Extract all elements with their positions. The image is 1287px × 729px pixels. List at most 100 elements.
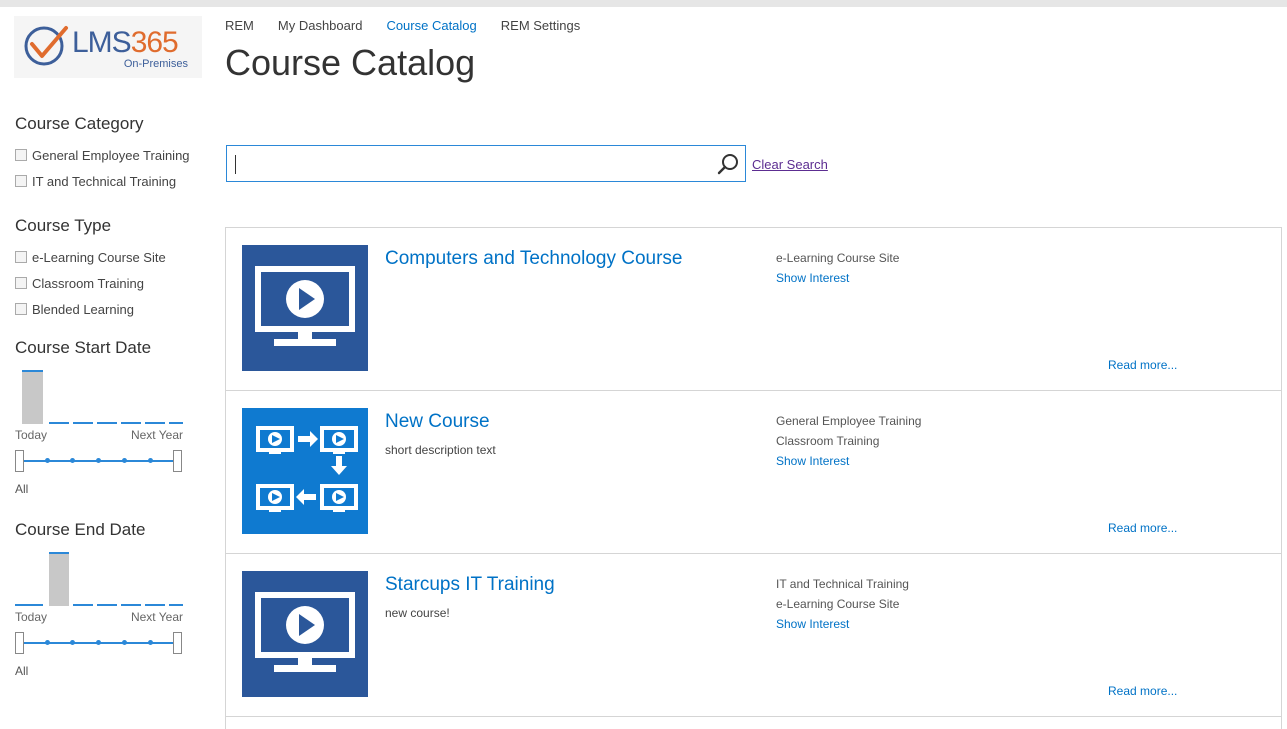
course-description: short description text xyxy=(385,443,496,457)
read-more-link[interactable]: Read more... xyxy=(1108,358,1177,372)
end-date-range-labels: Today Next Year xyxy=(15,610,183,624)
course-card: Starcups IT Training new course! IT and … xyxy=(226,554,1281,717)
logo-wordmark: LMS365 xyxy=(72,26,179,60)
search-icon[interactable] xyxy=(717,152,741,176)
course-start-date-title: Course Start Date xyxy=(15,338,152,357)
histogram-baseline xyxy=(49,422,69,424)
start-date-slider[interactable] xyxy=(15,448,183,474)
course-card: New Course short description text Genera… xyxy=(226,391,1281,554)
checkmark-logo-icon xyxy=(24,26,68,66)
start-date-histogram xyxy=(15,366,183,426)
monitor-play-icon xyxy=(255,266,355,346)
histogram-baseline xyxy=(169,422,183,424)
slider-tick xyxy=(122,640,127,645)
nav-rem-settings[interactable]: REM Settings xyxy=(501,18,580,33)
end-date-selection-label: All xyxy=(15,664,29,678)
slider-handle-left[interactable] xyxy=(15,632,24,654)
course-title-link[interactable]: Computers and Technology Course xyxy=(385,248,683,270)
filter-classroom-training[interactable]: Classroom Training xyxy=(15,270,195,296)
start-date-selection-label: All xyxy=(15,482,29,496)
course-title-link[interactable]: Starcups IT Training xyxy=(385,574,555,596)
page-title: Course Catalog xyxy=(225,42,476,83)
checkbox[interactable] xyxy=(15,175,27,187)
clear-search-link[interactable]: Clear Search xyxy=(752,157,828,172)
top-navigation: REM My Dashboard Course Catalog REM Sett… xyxy=(225,18,580,33)
filter-it-technical-training[interactable]: IT and Technical Training xyxy=(15,168,195,194)
slider-tick xyxy=(70,640,75,645)
course-type-title: Course Type xyxy=(15,216,112,235)
course-category-title: Course Category xyxy=(15,114,144,133)
read-more-link[interactable]: Read more... xyxy=(1108,521,1177,535)
slider-tick xyxy=(148,458,153,463)
histogram-baseline xyxy=(73,604,93,606)
slider-tick xyxy=(70,458,75,463)
histogram-baseline xyxy=(169,604,183,606)
range-right-label: Next Year xyxy=(130,428,183,442)
checkbox[interactable] xyxy=(15,149,27,161)
histogram-baseline xyxy=(145,422,165,424)
monitor-play-icon xyxy=(255,592,355,672)
course-category-text: General Employee Training xyxy=(776,414,922,428)
histogram-bar xyxy=(49,552,69,606)
course-type-text: e-Learning Course Site xyxy=(776,597,900,611)
slider-tick xyxy=(96,458,101,463)
course-results-list: Computers and Technology Course e-Learni… xyxy=(225,227,1282,729)
course-description: new course! xyxy=(385,606,450,620)
course-type-text: Classroom Training xyxy=(776,434,880,448)
slider-tick xyxy=(122,458,127,463)
end-date-histogram xyxy=(15,548,183,608)
checkbox[interactable] xyxy=(15,303,27,315)
checkbox[interactable] xyxy=(15,277,27,289)
course-thumbnail[interactable] xyxy=(242,245,368,371)
slider-handle-right[interactable] xyxy=(173,632,182,654)
histogram-baseline xyxy=(73,422,93,424)
show-interest-link[interactable]: Show Interest xyxy=(776,268,899,288)
search-box[interactable] xyxy=(226,145,746,182)
course-thumbnail[interactable] xyxy=(242,408,368,534)
slider-handle-right[interactable] xyxy=(173,450,182,472)
histogram-baseline xyxy=(15,604,43,606)
slider-handle-left[interactable] xyxy=(15,450,24,472)
histogram-baseline xyxy=(121,422,141,424)
histogram-baseline xyxy=(121,604,141,606)
filter-label: IT and Technical Training xyxy=(32,173,177,189)
filter-blended-learning[interactable]: Blended Learning xyxy=(15,296,195,322)
nav-rem[interactable]: REM xyxy=(225,18,254,33)
slider-tick xyxy=(96,640,101,645)
nav-course-catalog[interactable]: Course Catalog xyxy=(386,18,476,33)
course-category-text: IT and Technical Training xyxy=(776,577,909,591)
read-more-link[interactable]: Read more... xyxy=(1108,684,1177,698)
course-thumbnail[interactable] xyxy=(242,571,368,697)
histogram-bar xyxy=(22,370,43,424)
course-meta: e-Learning Course Site Show Interest xyxy=(776,248,899,288)
logo-subtitle: On-Premises xyxy=(123,58,188,70)
lms365-logo[interactable]: LMS365 On-Premises xyxy=(14,16,202,78)
nav-my-dashboard[interactable]: My Dashboard xyxy=(278,18,363,33)
filter-e-learning-course-site[interactable]: e-Learning Course Site xyxy=(15,244,195,270)
course-title-link[interactable]: New Course xyxy=(385,411,490,433)
course-card: Computers and Technology Course e-Learni… xyxy=(226,228,1281,391)
histogram-baseline xyxy=(145,604,165,606)
checkbox[interactable] xyxy=(15,251,27,263)
course-end-date-title: Course End Date xyxy=(15,520,146,539)
range-right-label: Next Year xyxy=(130,610,183,624)
logo-brand-suffix: 365 xyxy=(130,26,179,59)
filter-general-employee-training[interactable]: General Employee Training xyxy=(15,142,195,168)
course-type-text: e-Learning Course Site xyxy=(776,251,900,265)
show-interest-link[interactable]: Show Interest xyxy=(776,451,921,471)
logo-brand-prefix: LMS xyxy=(72,26,132,59)
slider-tick xyxy=(45,458,50,463)
range-left-label: Today xyxy=(15,610,48,624)
filter-label: Classroom Training xyxy=(32,275,144,291)
histogram-baseline xyxy=(97,422,117,424)
slider-tick xyxy=(148,640,153,645)
show-interest-link[interactable]: Show Interest xyxy=(776,614,909,634)
course-meta: General Employee Training Classroom Trai… xyxy=(776,411,921,471)
histogram-baseline xyxy=(97,604,117,606)
search-input[interactable] xyxy=(233,152,713,176)
end-date-slider[interactable] xyxy=(15,630,183,656)
filter-sidebar: Course Category General Employee Trainin… xyxy=(15,114,195,678)
range-left-label: Today xyxy=(15,428,48,442)
course-meta: IT and Technical Training e-Learning Cou… xyxy=(776,574,909,634)
filter-label: e-Learning Course Site xyxy=(32,249,166,265)
